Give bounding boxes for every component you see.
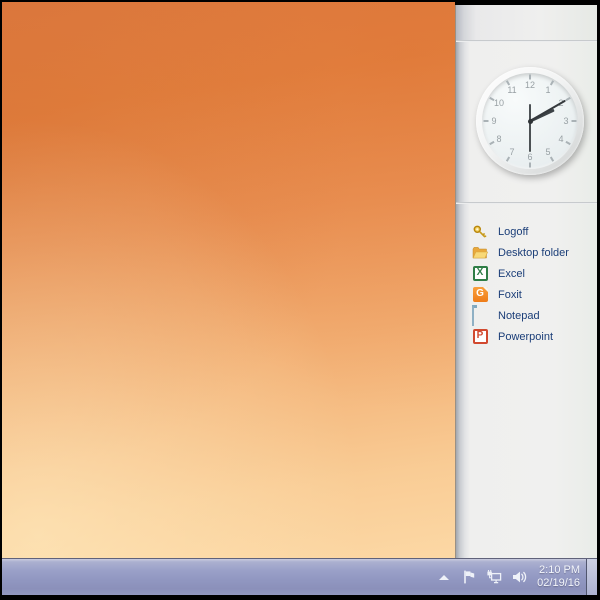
shortcut-label: Foxit <box>498 289 522 301</box>
clock-second-hand <box>529 121 531 152</box>
shortcut-desktop-folder[interactable]: Desktop folder <box>456 242 597 263</box>
clock-tick <box>529 163 531 168</box>
clock-numeral: 3 <box>563 116 568 126</box>
clock-face: 12 1 2 3 4 5 6 7 8 9 10 11 <box>482 73 578 169</box>
clock-tick <box>529 75 531 80</box>
clock-tick <box>484 120 489 122</box>
clock-center-cap <box>528 119 533 124</box>
powerpoint-glyph: P <box>473 329 488 344</box>
sidebar-shortcut-list: Logoff Desktop folder X Excel <box>456 221 597 347</box>
shortcut-excel[interactable]: X Excel <box>456 263 597 284</box>
clock-numeral: 6 <box>527 152 532 162</box>
shortcut-notepad[interactable]: Notepad <box>456 305 597 326</box>
taskbar-date: 02/19/16 <box>537 577 580 590</box>
show-desktop-button[interactable] <box>586 559 597 595</box>
clock-tick <box>489 141 494 145</box>
shortcut-label: Notepad <box>498 310 540 322</box>
clock-numeral: 10 <box>494 98 504 108</box>
excel-icon: X <box>472 266 488 282</box>
screen: 12 1 2 3 4 5 6 7 8 9 10 11 <box>0 0 600 600</box>
excel-glyph: X <box>473 266 488 281</box>
clock-tick <box>550 156 554 161</box>
clock-numeral: 4 <box>558 134 563 144</box>
network-icon <box>486 569 502 585</box>
shortcut-label: Powerpoint <box>498 331 553 343</box>
shortcut-label: Logoff <box>498 226 528 238</box>
action-center-button[interactable] <box>461 569 477 585</box>
shortcut-powerpoint[interactable]: P Powerpoint <box>456 326 597 347</box>
clock-tick <box>572 120 577 122</box>
shortcut-foxit[interactable]: G Foxit <box>456 284 597 305</box>
folder-icon <box>472 245 488 261</box>
foxit-icon: G <box>472 287 488 303</box>
clock-numeral: 11 <box>507 85 516 95</box>
clock-numeral: 1 <box>545 85 550 95</box>
taskbar-clock[interactable]: 2:10 PM 02/19/16 <box>537 564 580 590</box>
clock-numeral: 8 <box>496 134 501 144</box>
network-button[interactable] <box>486 569 502 585</box>
sidebar-divider <box>456 40 597 42</box>
notepad-icon <box>472 308 488 324</box>
shortcut-label: Desktop folder <box>498 247 569 259</box>
clock-gadget[interactable]: 12 1 2 3 4 5 6 7 8 9 10 11 <box>476 67 584 175</box>
flag-icon <box>461 569 477 585</box>
show-hidden-icons-button[interactable] <box>436 569 452 585</box>
clock-numeral: 12 <box>525 80 535 90</box>
key-icon <box>472 224 488 240</box>
system-tray <box>436 569 527 585</box>
clock-minute-hand <box>530 100 567 122</box>
clock-numeral: 9 <box>491 116 496 126</box>
clock-numeral: 5 <box>545 147 550 157</box>
sidebar-gadget-panel: 12 1 2 3 4 5 6 7 8 9 10 11 <box>455 5 597 560</box>
sidebar-divider <box>456 202 597 204</box>
volume-button[interactable] <box>511 569 527 585</box>
clock-tick <box>565 97 570 101</box>
clock-numeral: 7 <box>509 147 514 157</box>
clock-tick <box>550 80 554 85</box>
foxit-glyph: G <box>473 287 488 302</box>
taskbar-time: 2:10 PM <box>537 564 580 577</box>
shortcut-logoff[interactable]: Logoff <box>456 221 597 242</box>
shortcut-label: Excel <box>498 268 525 280</box>
clock-tick <box>506 156 510 161</box>
desktop-wallpaper[interactable] <box>2 2 455 558</box>
taskbar: 2:10 PM 02/19/16 <box>2 558 597 595</box>
chevron-up-icon <box>439 575 449 580</box>
speaker-icon <box>511 569 527 585</box>
sidebar-top-section <box>456 5 597 40</box>
powerpoint-icon: P <box>472 329 488 345</box>
clock-tick <box>565 141 570 145</box>
